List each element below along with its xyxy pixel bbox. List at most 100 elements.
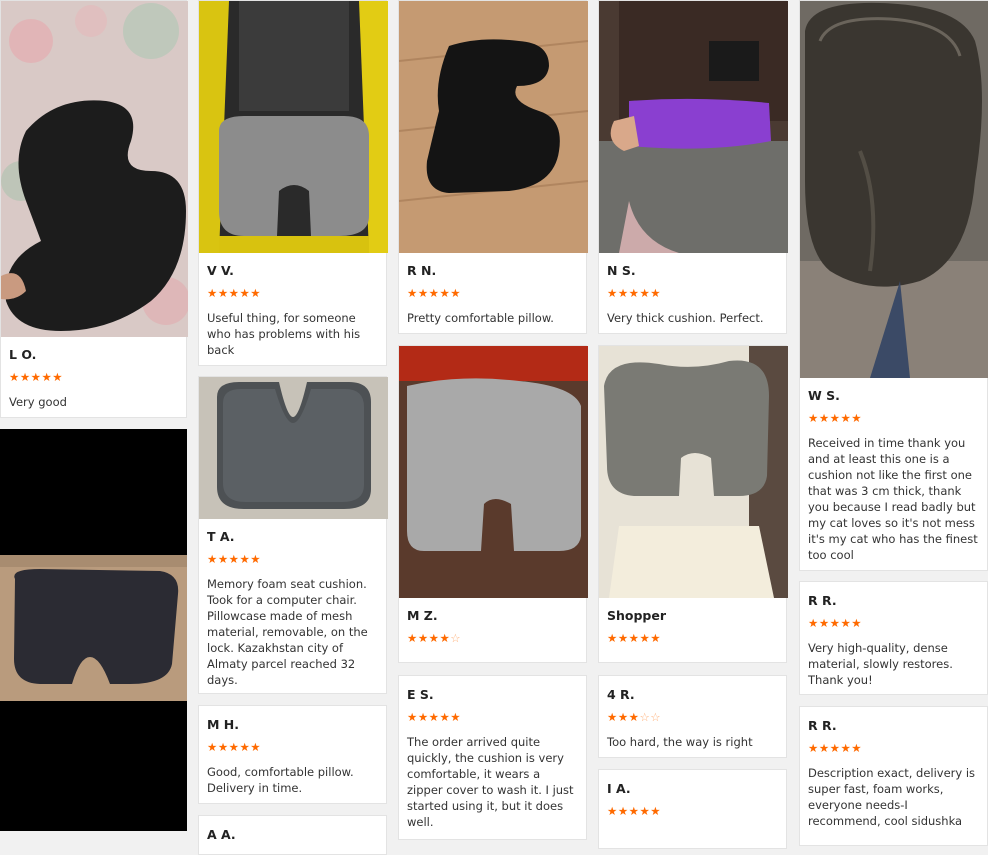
reviewer-name: A A. bbox=[207, 827, 236, 842]
review-card[interactable]: W S. ★★★★★ Received in time thank you an… bbox=[799, 0, 988, 571]
review-text: Very thick cushion. Perfect. bbox=[607, 311, 764, 325]
star-filled-icon: ★ bbox=[617, 631, 629, 645]
review-text: The order arrived quite quickly, the cus… bbox=[407, 735, 574, 829]
star-filled-icon: ★ bbox=[239, 552, 251, 566]
star-filled-icon: ★ bbox=[250, 740, 262, 754]
star-empty-icon: ☆ bbox=[639, 710, 651, 724]
star-rating: ★★★★★ bbox=[207, 741, 378, 753]
review-text: Received in time thank you and at least … bbox=[808, 436, 978, 562]
review-text: Description exact, delivery is super fas… bbox=[808, 766, 976, 828]
reviewer-name: M Z. bbox=[407, 608, 438, 623]
review-text: Very good bbox=[9, 395, 67, 409]
star-filled-icon: ★ bbox=[617, 710, 629, 724]
star-filled-icon: ★ bbox=[52, 370, 64, 384]
reviewer-name: W S. bbox=[808, 388, 840, 403]
star-rating: ★★★★★ bbox=[207, 287, 378, 299]
star-filled-icon: ★ bbox=[808, 741, 819, 755]
star-filled-icon: ★ bbox=[228, 740, 240, 754]
reviewer-name: V V. bbox=[207, 263, 234, 278]
star-filled-icon: ★ bbox=[617, 804, 629, 818]
star-filled-icon: ★ bbox=[639, 286, 651, 300]
star-filled-icon: ★ bbox=[628, 710, 640, 724]
star-filled-icon: ★ bbox=[628, 804, 640, 818]
star-filled-icon: ★ bbox=[840, 411, 852, 425]
star-filled-icon: ★ bbox=[439, 286, 451, 300]
star-filled-icon: ★ bbox=[207, 740, 218, 754]
star-rating: ★★★★★ bbox=[407, 287, 578, 299]
star-empty-icon: ☆ bbox=[450, 631, 462, 645]
star-filled-icon: ★ bbox=[41, 370, 53, 384]
star-filled-icon: ★ bbox=[417, 286, 429, 300]
star-filled-icon: ★ bbox=[607, 286, 618, 300]
star-rating: ★★★★★ bbox=[808, 742, 979, 754]
review-photo[interactable] bbox=[1, 1, 188, 337]
review-text: Too hard, the way is right bbox=[607, 735, 753, 749]
star-filled-icon: ★ bbox=[818, 741, 830, 755]
reviewer-name: N S. bbox=[607, 263, 636, 278]
review-card[interactable]: R N. ★★★★★ Pretty comfortable pillow. bbox=[398, 0, 588, 334]
star-filled-icon: ★ bbox=[228, 286, 240, 300]
review-text: Useful thing, for someone who has proble… bbox=[207, 311, 361, 357]
review-photo[interactable] bbox=[0, 429, 187, 831]
review-card[interactable]: I A. ★★★★★ bbox=[598, 769, 787, 849]
review-card[interactable]: M Z. ★★★★☆ bbox=[398, 345, 588, 663]
star-filled-icon: ★ bbox=[829, 411, 841, 425]
review-card[interactable]: M H. ★★★★★ Good, comfortable pillow. Del… bbox=[198, 705, 387, 804]
star-filled-icon: ★ bbox=[428, 286, 440, 300]
star-filled-icon: ★ bbox=[829, 616, 841, 630]
star-filled-icon: ★ bbox=[239, 286, 251, 300]
star-rating: ★★★★★ bbox=[407, 711, 578, 723]
review-card[interactable] bbox=[0, 429, 187, 831]
star-filled-icon: ★ bbox=[818, 616, 830, 630]
star-rating: ★★★★☆ bbox=[407, 632, 578, 644]
review-card[interactable]: A A. bbox=[198, 815, 387, 855]
reviewer-name: R N. bbox=[407, 263, 437, 278]
review-card[interactable]: V V. ★★★★★ Useful thing, for someone who… bbox=[198, 0, 388, 366]
review-photo[interactable] bbox=[199, 1, 388, 253]
review-card[interactable]: N S. ★★★★★ Very thick cushion. Perfect. bbox=[598, 0, 788, 334]
reviewer-name: 4 R. bbox=[607, 687, 635, 702]
star-filled-icon: ★ bbox=[250, 286, 262, 300]
star-filled-icon: ★ bbox=[217, 740, 229, 754]
review-card[interactable]: 4 R. ★★★☆☆ Too hard, the way is right bbox=[598, 675, 787, 758]
review-text: Good, comfortable pillow. Delivery in ti… bbox=[207, 765, 354, 795]
review-photo[interactable] bbox=[399, 1, 588, 253]
star-filled-icon: ★ bbox=[407, 631, 418, 645]
star-filled-icon: ★ bbox=[639, 804, 651, 818]
reviewer-name: Shopper bbox=[607, 608, 667, 623]
star-filled-icon: ★ bbox=[250, 552, 262, 566]
review-card[interactable]: R R. ★★★★★ Very high-quality, dense mate… bbox=[799, 581, 988, 695]
star-filled-icon: ★ bbox=[30, 370, 42, 384]
star-filled-icon: ★ bbox=[818, 411, 830, 425]
review-card[interactable]: L O. ★★★★★ Very good bbox=[0, 0, 188, 418]
review-photo[interactable] bbox=[599, 346, 788, 598]
star-filled-icon: ★ bbox=[428, 631, 440, 645]
reviewer-name: I A. bbox=[607, 781, 631, 796]
review-photo[interactable] bbox=[800, 1, 988, 378]
star-filled-icon: ★ bbox=[851, 616, 863, 630]
review-photo[interactable] bbox=[199, 377, 388, 519]
review-card[interactable]: E S. ★★★★★ The order arrived quite quick… bbox=[398, 675, 587, 840]
review-card[interactable]: T A. ★★★★★ Memory foam seat cushion. Too… bbox=[198, 376, 388, 694]
star-filled-icon: ★ bbox=[829, 741, 841, 755]
star-filled-icon: ★ bbox=[607, 804, 618, 818]
review-photo[interactable] bbox=[599, 1, 788, 253]
reviewer-name: R R. bbox=[808, 718, 837, 733]
review-text: Pretty comfortable pillow. bbox=[407, 311, 554, 325]
star-rating: ★★★★★ bbox=[607, 632, 778, 644]
star-filled-icon: ★ bbox=[407, 286, 418, 300]
star-rating: ★★★★★ bbox=[607, 805, 778, 817]
star-filled-icon: ★ bbox=[450, 286, 462, 300]
star-filled-icon: ★ bbox=[217, 286, 229, 300]
review-card[interactable]: Shopper ★★★★★ bbox=[598, 345, 788, 663]
star-rating: ★★★★★ bbox=[808, 617, 979, 629]
reviewer-name: T A. bbox=[207, 529, 235, 544]
star-rating: ★★★★★ bbox=[207, 553, 378, 565]
star-rating: ★★★★★ bbox=[808, 412, 979, 424]
review-card[interactable]: R R. ★★★★★ Description exact, delivery i… bbox=[799, 706, 988, 846]
star-filled-icon: ★ bbox=[207, 286, 218, 300]
star-filled-icon: ★ bbox=[439, 710, 451, 724]
star-filled-icon: ★ bbox=[9, 370, 20, 384]
star-filled-icon: ★ bbox=[639, 631, 651, 645]
review-photo[interactable] bbox=[399, 346, 588, 598]
